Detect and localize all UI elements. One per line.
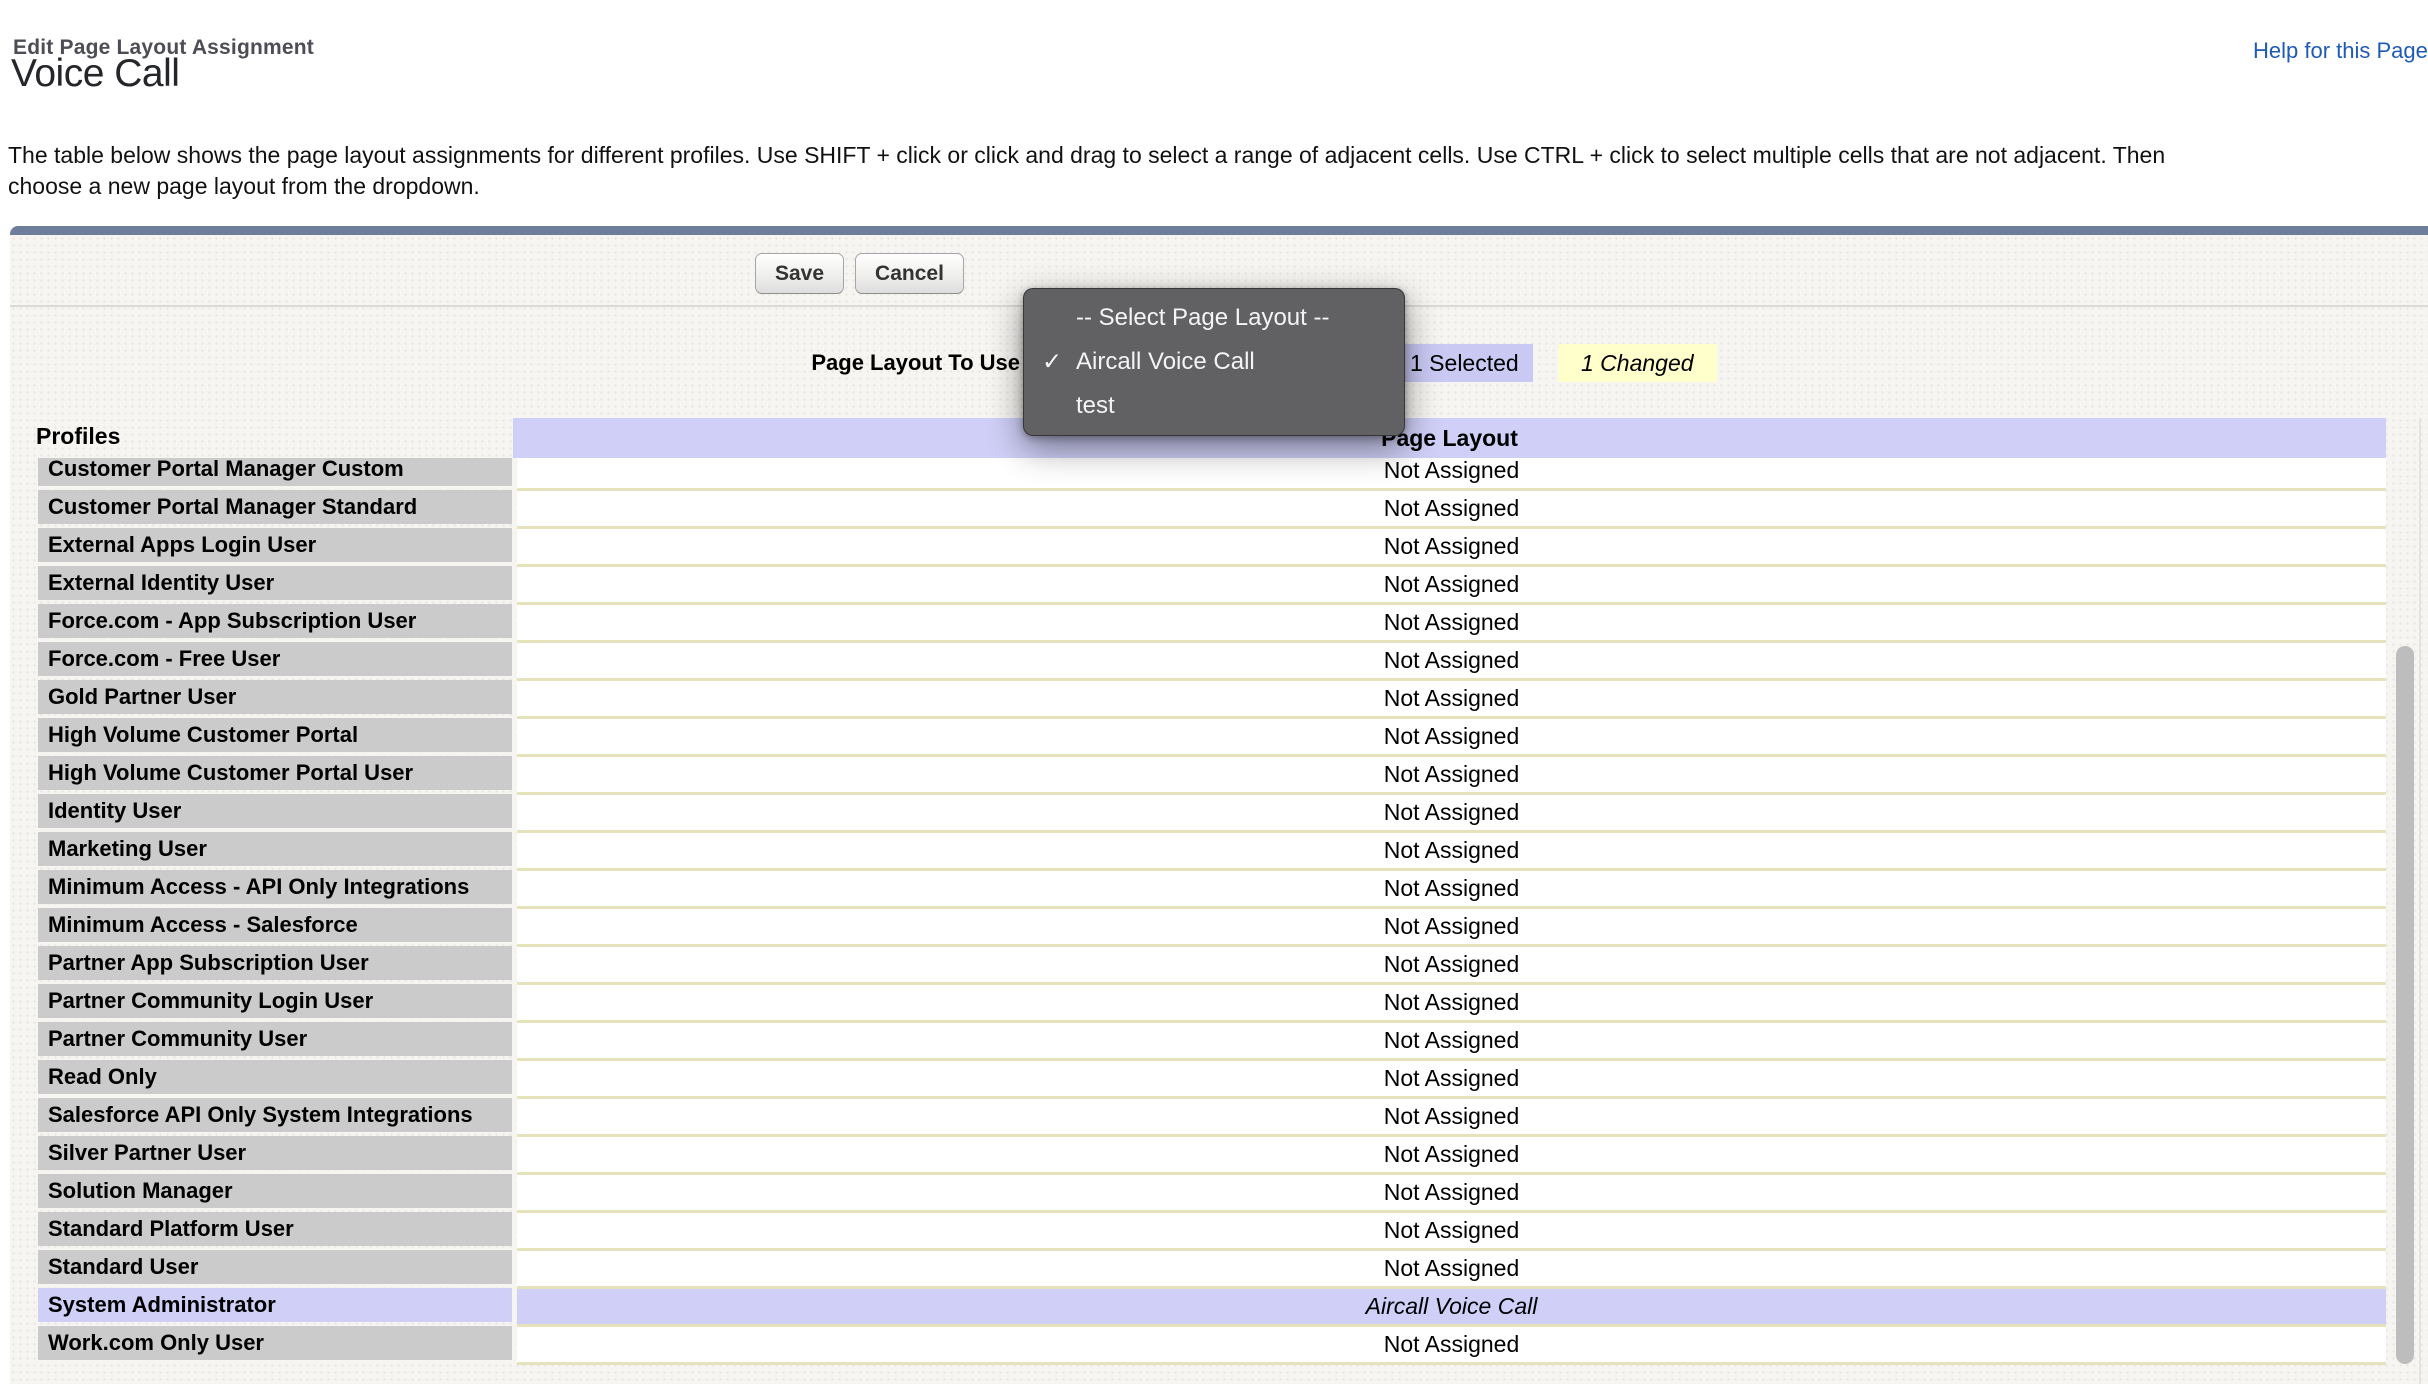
table-row: Customer Portal Manager CustomNot Assign… xyxy=(0,458,2428,488)
layout-cell[interactable]: Not Assigned xyxy=(517,1210,2386,1248)
menu-item[interactable]: ✓ Aircall Voice Call xyxy=(1024,340,1404,384)
table-row: Gold Partner UserNot Assigned xyxy=(0,678,2428,716)
profile-cell: Standard User xyxy=(38,1250,512,1284)
table-row: External Apps Login UserNot Assigned xyxy=(0,526,2428,564)
profile-cell: Silver Partner User xyxy=(38,1136,512,1170)
layout-cell[interactable]: Not Assigned xyxy=(517,754,2386,792)
layout-cell[interactable]: Not Assigned xyxy=(517,458,2386,488)
menu-item-label: Aircall Voice Call xyxy=(1076,348,1255,376)
profile-cell: External Identity User xyxy=(38,566,512,600)
profile-cell: External Apps Login User xyxy=(38,528,512,562)
table-row: Marketing UserNot Assigned xyxy=(0,830,2428,868)
description-line-2: choose a new page layout from the dropdo… xyxy=(8,171,2165,202)
profile-cell: High Volume Customer Portal User xyxy=(38,756,512,790)
table-row: Standard UserNot Assigned xyxy=(0,1248,2428,1286)
profile-cell: Partner Community Login User xyxy=(38,984,512,1018)
profile-cell: Gold Partner User xyxy=(38,680,512,714)
scrollbar-track-line xyxy=(2419,418,2421,1384)
layout-cell[interactable]: Not Assigned xyxy=(517,640,2386,678)
menu-item-label: -- Select Page Layout -- xyxy=(1076,304,1329,332)
layout-cell[interactable]: Not Assigned xyxy=(517,1020,2386,1058)
profile-cell: Identity User xyxy=(38,794,512,828)
layout-cell[interactable]: Not Assigned xyxy=(517,944,2386,982)
page-layout-column-header: Page Layout xyxy=(513,418,2386,458)
table-row: Solution ManagerNot Assigned xyxy=(0,1172,2428,1210)
page-description: The table below shows the page layout as… xyxy=(8,140,2165,202)
layout-cell[interactable]: Aircall Voice Call xyxy=(517,1286,2386,1324)
profile-cell: Force.com - App Subscription User xyxy=(38,604,512,638)
table-row: Customer Portal Manager StandardNot Assi… xyxy=(0,488,2428,526)
profile-cell: Minimum Access - Salesforce xyxy=(38,908,512,942)
table-row: System AdministratorAircall Voice Call xyxy=(0,1286,2428,1324)
profile-cell: Marketing User xyxy=(38,832,512,866)
table-row: External Identity UserNot Assigned xyxy=(0,564,2428,602)
profile-cell: Partner Community User xyxy=(38,1022,512,1056)
table-row: Identity UserNot Assigned xyxy=(0,792,2428,830)
vertical-scrollbar-thumb[interactable] xyxy=(2396,646,2414,1364)
profile-cell: Customer Portal Manager Standard xyxy=(38,490,512,524)
layout-cell[interactable]: Not Assigned xyxy=(517,602,2386,640)
cancel-button[interactable]: Cancel xyxy=(855,253,964,294)
layout-cell[interactable]: Not Assigned xyxy=(517,1058,2386,1096)
profile-cell: High Volume Customer Portal xyxy=(38,718,512,752)
page-layout-menu: -- Select Page Layout -- ✓ Aircall Voice C… xyxy=(1023,288,1405,436)
page-title: Voice Call xyxy=(11,52,179,96)
table-body: Customer Portal Manager CustomNot Assign… xyxy=(0,458,2428,1366)
profile-cell: Read Only xyxy=(38,1060,512,1094)
page: Edit Page Layout Assignment Voice Call H… xyxy=(0,0,2428,1384)
table-row: Salesforce API Only System IntegrationsN… xyxy=(0,1096,2428,1134)
table-row: Standard Platform UserNot Assigned xyxy=(0,1210,2428,1248)
profile-cell: Partner App Subscription User xyxy=(38,946,512,980)
panel-top-bar xyxy=(10,226,2428,235)
menu-item[interactable]: -- Select Page Layout -- xyxy=(1024,296,1404,340)
layout-cell[interactable]: Not Assigned xyxy=(517,1096,2386,1134)
profiles-column-header: Profiles xyxy=(36,423,120,450)
menu-item[interactable]: test xyxy=(1024,384,1404,428)
description-line-1: The table below shows the page layout as… xyxy=(8,140,2165,171)
table-bottom-border xyxy=(517,1362,2386,1365)
layout-cell[interactable]: Not Assigned xyxy=(517,526,2386,564)
layout-cell[interactable]: Not Assigned xyxy=(517,1134,2386,1172)
table-row: High Volume Customer Portal UserNot Assi… xyxy=(0,754,2428,792)
layout-cell[interactable]: Not Assigned xyxy=(517,488,2386,526)
profile-cell: Salesforce API Only System Integrations xyxy=(38,1098,512,1132)
changed-count-badge: 1 Changed xyxy=(1558,344,1717,382)
selected-count-badge: 1 Selected xyxy=(1396,344,1533,382)
table-row: Minimum Access - API Only IntegrationsNo… xyxy=(0,868,2428,906)
help-link[interactable]: Help for this Page xyxy=(2253,38,2428,64)
layout-cell[interactable]: Not Assigned xyxy=(517,868,2386,906)
toolbar-buttons: Save Cancel xyxy=(755,253,964,294)
table-row: High Volume Customer PortalNot Assigned xyxy=(0,716,2428,754)
layout-cell[interactable]: Not Assigned xyxy=(517,792,2386,830)
layout-cell[interactable]: Not Assigned xyxy=(517,1172,2386,1210)
layout-cell[interactable]: Not Assigned xyxy=(517,678,2386,716)
table-row: Silver Partner UserNot Assigned xyxy=(0,1134,2428,1172)
layout-cell[interactable]: Not Assigned xyxy=(517,830,2386,868)
layout-cell[interactable]: Not Assigned xyxy=(517,1324,2386,1362)
checkmark-icon: ✓ xyxy=(1042,348,1062,377)
menu-item-label: test xyxy=(1076,392,1115,420)
layout-cell[interactable]: Not Assigned xyxy=(517,906,2386,944)
profile-cell: System Administrator xyxy=(38,1288,512,1322)
profile-cell: Minimum Access - API Only Integrations xyxy=(38,870,512,904)
table-row: Force.com - Free UserNot Assigned xyxy=(0,640,2428,678)
table-row: Partner App Subscription UserNot Assigne… xyxy=(0,944,2428,982)
page-layout-to-use-label: Page Layout To Use xyxy=(0,350,1020,376)
table-row: Force.com - App Subscription UserNot Ass… xyxy=(0,602,2428,640)
profile-cell: Customer Portal Manager Custom xyxy=(38,458,512,486)
table-row: Partner Community UserNot Assigned xyxy=(0,1020,2428,1058)
table-row: Work.com Only UserNot Assigned xyxy=(0,1324,2428,1362)
save-button[interactable]: Save xyxy=(755,253,844,294)
layout-cell[interactable]: Not Assigned xyxy=(517,716,2386,754)
profile-cell: Standard Platform User xyxy=(38,1212,512,1246)
table-row: Minimum Access - SalesforceNot Assigned xyxy=(0,906,2428,944)
profile-cell: Force.com - Free User xyxy=(38,642,512,676)
layout-cell[interactable]: Not Assigned xyxy=(517,982,2386,1020)
profile-cell: Solution Manager xyxy=(38,1174,512,1208)
layout-cell[interactable]: Not Assigned xyxy=(517,564,2386,602)
table-row: Read OnlyNot Assigned xyxy=(0,1058,2428,1096)
layout-cell[interactable]: Not Assigned xyxy=(517,1248,2386,1286)
table-row: Partner Community Login UserNot Assigned xyxy=(0,982,2428,1020)
profile-cell: Work.com Only User xyxy=(38,1326,512,1360)
